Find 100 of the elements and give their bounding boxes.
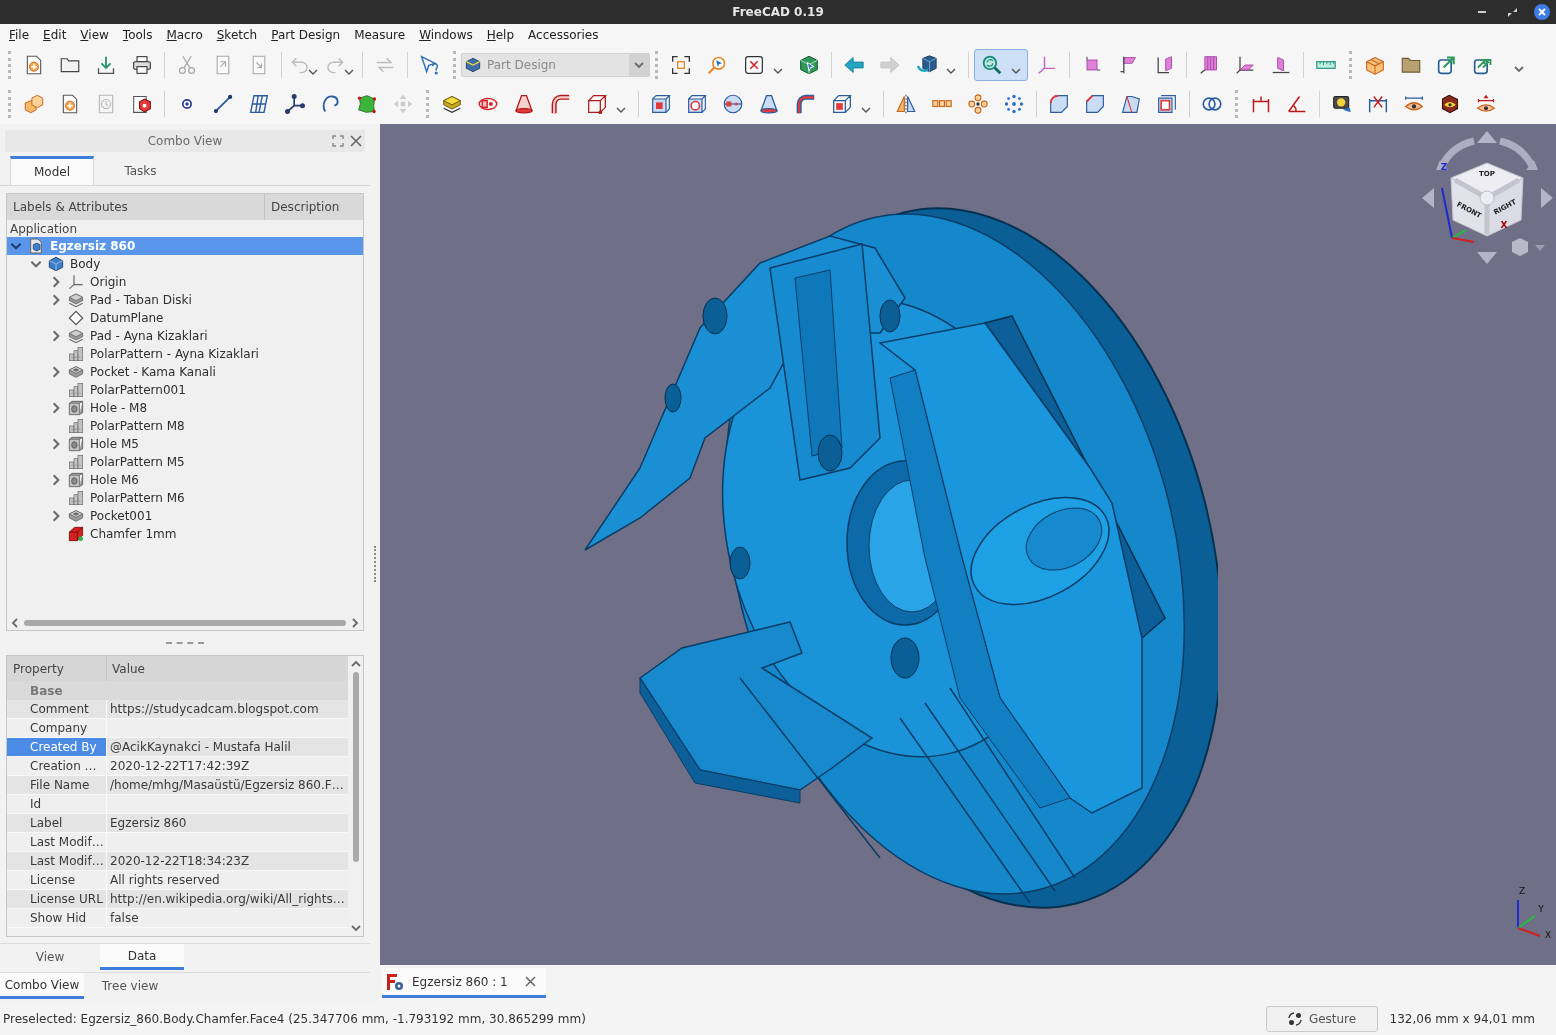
view-cube[interactable]: [1450, 162, 1524, 237]
tree-item[interactable]: PolarPattern M5: [7, 453, 363, 471]
nested-squares-icon: [1157, 94, 1177, 114]
caret-icon: [861, 107, 871, 113]
navigation-style-button[interactable]: Gesture: [1265, 1006, 1378, 1032]
menu-item[interactable]: Accessories: [521, 24, 606, 46]
mirrored-triangles-icon: [896, 94, 916, 114]
clock-page-icon: [96, 94, 116, 114]
property-name[interactable]: Id: [7, 795, 107, 813]
tree-item[interactable]: Chamfer 1mm: [7, 525, 363, 543]
toolbar-handle[interactable]: [8, 90, 11, 118]
floor-plane-icon: [1235, 55, 1255, 75]
close-tab-button[interactable]: [523, 974, 538, 989]
cube-icon: [465, 57, 481, 73]
property-name[interactable]: File Name: [7, 776, 107, 794]
menu-item[interactable]: Measure: [347, 24, 413, 46]
toolbar-handle[interactable]: [8, 51, 11, 79]
property-value[interactable]: Egzersiz 860: [107, 814, 348, 832]
property-name[interactable]: License URL: [7, 890, 107, 908]
box-icon: [1365, 55, 1385, 75]
property-name[interactable]: Show Hid: [7, 909, 107, 927]
toolbar-handle[interactable]: [453, 51, 456, 79]
tree-item[interactable]: PolarPattern001: [7, 381, 363, 399]
property-name[interactable]: Last Modif…: [7, 833, 107, 851]
column-header[interactable]: Labels & Attributes: [7, 194, 265, 220]
chevron-right-icon[interactable]: [349, 617, 361, 629]
property-value[interactable]: 2020-12-22T17:42:39Z: [107, 757, 348, 775]
steps-icon: [68, 346, 84, 362]
arrow-up-icon[interactable]: [1477, 131, 1497, 143]
tree-item[interactable]: PolarPattern M8: [7, 417, 363, 435]
menu-item[interactable]: Macro: [159, 24, 210, 46]
caret-icon: [1011, 68, 1021, 74]
property-name[interactable]: License: [7, 871, 107, 889]
menu-item[interactable]: Help: [479, 24, 522, 46]
shape-icon: [357, 94, 377, 114]
tree-item[interactable]: Pad - Taban Diski: [7, 291, 363, 309]
property-name[interactable]: Last Modif…: [7, 852, 107, 870]
arrow-right-icon[interactable]: [1541, 188, 1553, 208]
close-button[interactable]: [1531, 1, 1553, 23]
tab[interactable]: Tasks: [94, 156, 187, 185]
property-value[interactable]: /home/mhg/Masaüstü/Egzersiz 860.F…: [107, 776, 348, 794]
tree-item[interactable]: Pocket - Kama Kanali: [7, 363, 363, 381]
tab[interactable]: Data: [100, 944, 184, 970]
toolbar-handle[interactable]: [426, 90, 429, 118]
property-name[interactable]: Comment: [7, 700, 107, 718]
axes-icon: [68, 274, 84, 290]
close-icon: [525, 976, 537, 987]
splitter-handle[interactable]: [166, 642, 204, 644]
chevron-left-icon[interactable]: [9, 617, 21, 629]
tab[interactable]: Combo View: [0, 973, 84, 999]
splitter-handle[interactable]: [374, 545, 376, 582]
property-value[interactable]: 2020-12-22T18:34:23Z: [107, 852, 348, 870]
tree-item[interactable]: Pocket001: [7, 507, 363, 525]
tree-item[interactable]: PolarPattern - Ayna Kizaklari: [7, 345, 363, 363]
cube-icon[interactable]: [1512, 238, 1528, 256]
menu-item[interactable]: Part Design: [264, 24, 348, 46]
scrollbar-thumb[interactable]: [352, 672, 359, 862]
toolbar-handle[interactable]: [655, 51, 658, 79]
slab-icon: [68, 328, 84, 344]
chevron-down-icon[interactable]: [349, 922, 362, 934]
arrow-left-icon[interactable]: [1422, 188, 1434, 208]
column-header[interactable]: Description: [265, 194, 363, 220]
property-value[interactable]: http://en.wikipedia.org/wiki/All_rights…: [107, 890, 348, 908]
tree-item[interactable]: PolarPattern M6: [7, 489, 363, 507]
property-value[interactable]: false: [107, 909, 348, 927]
arrow-down-icon[interactable]: [1477, 252, 1497, 264]
corner-brackets-icon: [671, 55, 691, 75]
cube-outline-icon: [587, 94, 607, 114]
tree-item[interactable]: Origin: [7, 273, 363, 291]
tree-item[interactable]: Hole M5: [7, 435, 363, 453]
menu-item[interactable]: Tools: [115, 24, 160, 46]
toolbar-handle[interactable]: [1349, 51, 1352, 79]
property-value[interactable]: All rights reserved: [107, 871, 348, 889]
menu-item[interactable]: View: [73, 24, 116, 46]
tree-item[interactable]: Body: [7, 255, 363, 273]
tab[interactable]: Tree view: [84, 973, 176, 999]
document-tab[interactable]: Egzersiz 860 : 1: [382, 968, 546, 998]
property-name[interactable]: Label: [7, 814, 107, 832]
tree-item[interactable]: DatumPlane: [7, 309, 363, 327]
box-cross-icon: [744, 55, 764, 75]
toolbar-handle[interactable]: [1235, 90, 1238, 118]
property-value[interactable]: https://studycadcam.blogspot.com: [107, 700, 348, 718]
caret-icon: [308, 69, 318, 75]
tree-item[interactable]: Pad - Ayna Kizaklari: [7, 327, 363, 345]
column-header[interactable]: Value: [107, 656, 348, 681]
menu-item[interactable]: Sketch: [209, 24, 265, 46]
scrollbar-thumb[interactable]: [24, 620, 346, 626]
boxes-icon: [24, 94, 44, 114]
coordinate-axes-icon: [285, 94, 305, 114]
tab[interactable]: View: [0, 944, 100, 970]
arrow-left-icon: [844, 55, 864, 75]
property-name[interactable]: Creation …: [7, 757, 107, 775]
tab[interactable]: Model: [10, 156, 94, 185]
menu-item[interactable]: File: [2, 24, 37, 46]
menu-item[interactable]: Edit: [36, 24, 74, 46]
tree-item[interactable]: Hole - M8: [7, 399, 363, 417]
property-value[interactable]: @AcikKaynakci - Mustafa Halil: [107, 738, 348, 756]
property-name[interactable]: Company: [7, 719, 107, 737]
menu-item[interactable]: Windows: [412, 24, 480, 46]
tree-item[interactable]: Hole M6: [7, 471, 363, 489]
